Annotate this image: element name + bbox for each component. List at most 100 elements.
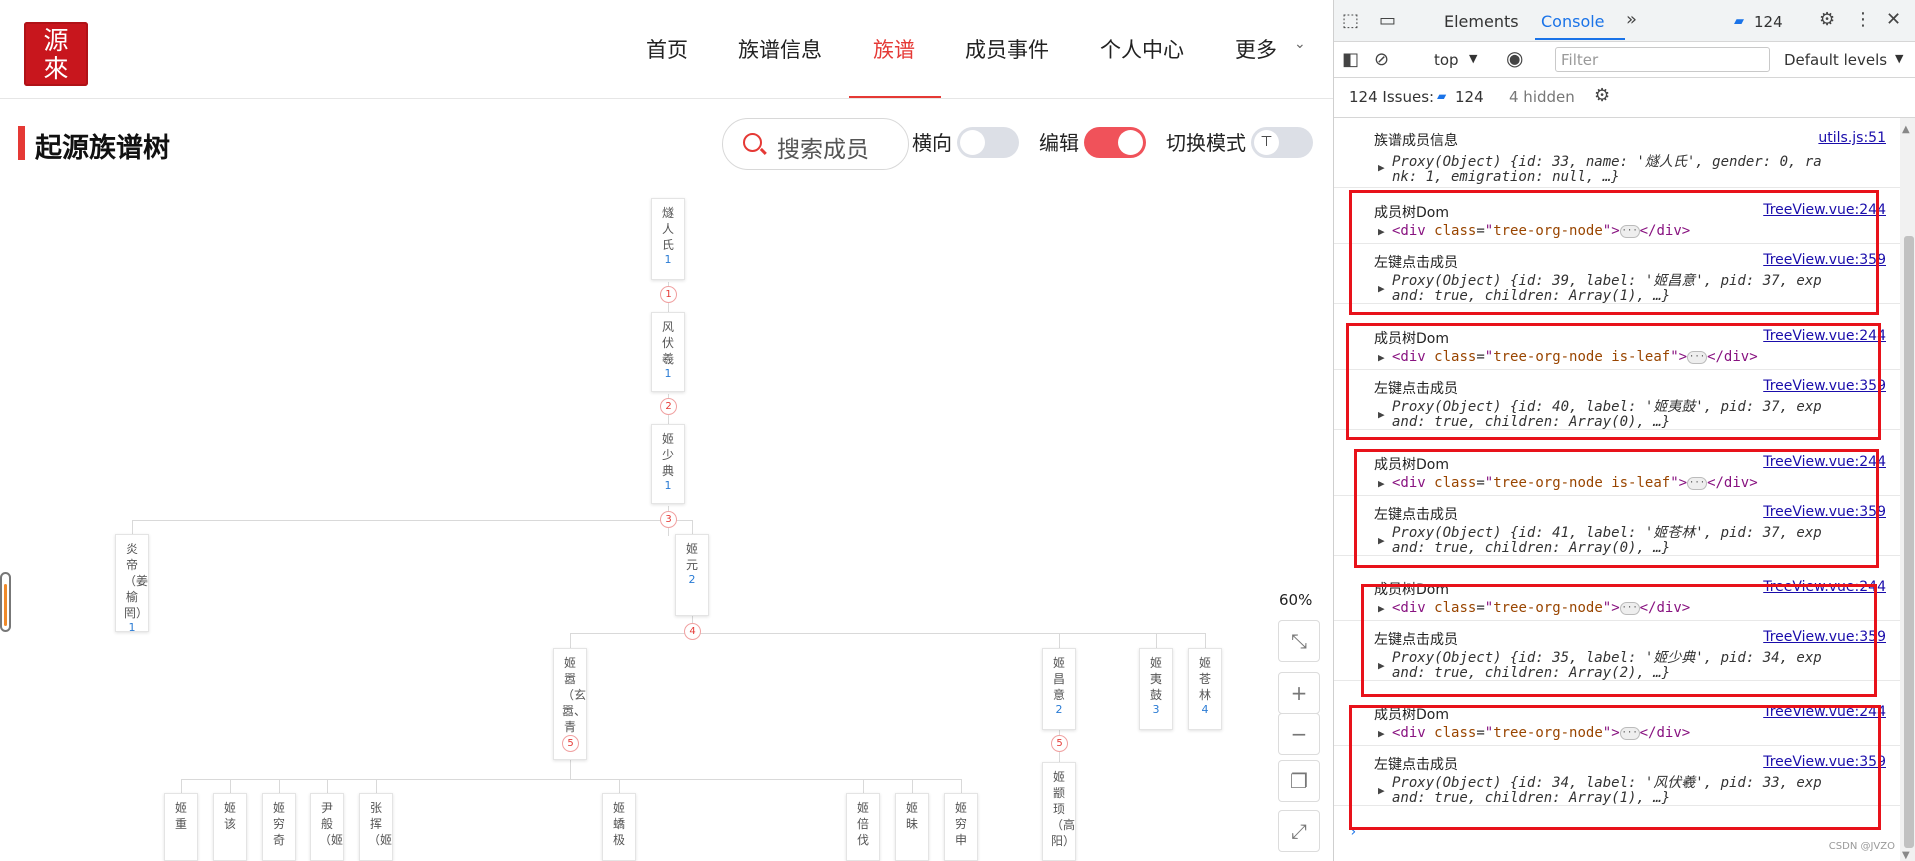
issue-count-badge[interactable]: 124 bbox=[1754, 13, 1783, 31]
more-tabs-icon[interactable]: » bbox=[1626, 10, 1637, 30]
tree-node[interactable]: 姬穷奇 bbox=[262, 793, 296, 861]
eye-icon[interactable]: ◉ bbox=[1506, 48, 1523, 68]
page-title: 起源族谱树 bbox=[35, 133, 170, 164]
node-name: 姬嚣（玄嚣、青 bbox=[562, 656, 587, 734]
tree-node[interactable]: 风伏羲 1 bbox=[651, 312, 685, 392]
scroll-handle[interactable] bbox=[0, 572, 11, 632]
tree-node[interactable]: 姬苍林 4 bbox=[1188, 648, 1222, 730]
nav-more[interactable]: 更多 bbox=[1235, 34, 1277, 64]
generation-badge[interactable]: 5 bbox=[1051, 735, 1068, 752]
generation-badge[interactable]: 3 bbox=[660, 511, 677, 528]
inspect-element-icon[interactable]: ⬚ bbox=[1342, 11, 1359, 31]
tree-node[interactable]: 尹般（姬 bbox=[310, 793, 344, 861]
tab-console[interactable]: Console bbox=[1541, 12, 1605, 31]
search-member-input[interactable]: 搜索成员 bbox=[722, 118, 909, 170]
devtools-panel: ⬚ ▭ Elements Console » ▰ 124 ⚙ ⋮ ✕ ◧ ⊘ t… bbox=[1333, 0, 1915, 861]
console-filter-input[interactable]: Filter bbox=[1555, 47, 1770, 72]
edit-toggle[interactable] bbox=[1084, 127, 1146, 158]
message-label: 族谱成员信息 bbox=[1374, 133, 1458, 149]
site-logo[interactable]: 源 來 bbox=[24, 22, 88, 86]
tree-structure-icon: ⊤ bbox=[1254, 130, 1279, 155]
horizontal-label: 横向 bbox=[912, 131, 952, 155]
scroll-down-arrow-icon[interactable]: ▼ bbox=[1902, 846, 1910, 861]
logo-char-bottom: 來 bbox=[43, 54, 69, 83]
expand-triangle-icon[interactable]: ▶ bbox=[1378, 161, 1385, 174]
node-rank: 3 bbox=[1152, 703, 1160, 716]
tree-node[interactable]: 炎帝（姜榆罔） 1 bbox=[115, 534, 149, 634]
log-levels-select[interactable]: Default levels bbox=[1784, 51, 1887, 69]
node-rank: 1 bbox=[664, 253, 672, 266]
settings-gear-icon[interactable]: ⚙ bbox=[1819, 10, 1835, 30]
toggle-knob bbox=[1118, 130, 1143, 155]
context-select[interactable]: top bbox=[1434, 51, 1459, 69]
nav-personal-center[interactable]: 个人中心 bbox=[1100, 34, 1184, 64]
switch-mode-label: 切换模式 bbox=[1166, 131, 1246, 155]
console-message[interactable]: 族谱成员信息 utils.js:51 ▶ Proxy(Object) {id: … bbox=[1334, 118, 1900, 188]
issues-label: 124 Issues: bbox=[1349, 88, 1435, 106]
message-icon: ▰ bbox=[1734, 14, 1744, 29]
node-name: 燧人氏 bbox=[661, 206, 674, 252]
issues-count[interactable]: 124 bbox=[1455, 88, 1484, 106]
clear-console-icon[interactable]: ⊘ bbox=[1374, 50, 1389, 70]
nav-genealogy-info[interactable]: 族谱信息 bbox=[738, 34, 822, 64]
tree-node[interactable]: 姬蟜极 bbox=[602, 793, 636, 861]
close-icon[interactable]: ✕ bbox=[1886, 10, 1901, 30]
filter-placeholder: Filter bbox=[1561, 51, 1599, 69]
node-name: 姬穷奇 bbox=[272, 801, 285, 847]
tree-node[interactable]: 姬元 2 bbox=[675, 534, 709, 616]
expand-arrows-icon: ⤢ bbox=[1291, 819, 1307, 843]
nav-genealogy[interactable]: 族谱 bbox=[873, 34, 915, 64]
generation-badge[interactable]: 2 bbox=[660, 398, 677, 415]
chevron-down-icon[interactable]: ⌄ bbox=[1294, 36, 1306, 52]
node-rank: 1 bbox=[128, 621, 136, 634]
kebab-menu-icon[interactable]: ⋮ bbox=[1854, 10, 1872, 30]
horizontal-toggle[interactable] bbox=[957, 127, 1019, 158]
zoom-out-button[interactable]: − bbox=[1278, 713, 1320, 755]
app-root: 源 來 首页 族谱信息 族谱 成员事件 个人中心 更多 ⌄ 起源族谱树 搜索成员… bbox=[0, 0, 1915, 861]
zoom-in-button[interactable]: + bbox=[1278, 672, 1320, 714]
source-link[interactable]: utils.js:51 bbox=[1818, 130, 1886, 146]
nav-member-events[interactable]: 成员事件 bbox=[965, 34, 1049, 64]
tree-node[interactable]: 姬颛顼（高阳） bbox=[1042, 762, 1076, 861]
tree-node[interactable]: 姬重 bbox=[164, 793, 198, 861]
issues-settings-icon[interactable]: ⚙ bbox=[1594, 86, 1610, 106]
watermark: CSDN @JVZO bbox=[1828, 841, 1895, 852]
tree-node[interactable]: 姬昧 bbox=[895, 793, 929, 861]
node-name: 姬昧 bbox=[905, 801, 918, 831]
fit-screen-button[interactable]: ⤡ bbox=[1278, 620, 1320, 662]
tree-node[interactable]: 姬昌意 2 bbox=[1042, 648, 1076, 730]
tab-elements[interactable]: Elements bbox=[1444, 12, 1519, 31]
node-rank: 1 bbox=[664, 479, 672, 492]
tree-node[interactable]: 姬穷申 bbox=[944, 793, 978, 861]
node-name: 姬颛顼（高阳） bbox=[1051, 770, 1076, 848]
device-toolbar-icon[interactable]: ▭ bbox=[1379, 11, 1396, 31]
tree-node[interactable]: 燧人氏 1 bbox=[651, 198, 685, 280]
search-icon bbox=[743, 133, 762, 152]
tree-node[interactable]: 姬该 bbox=[213, 793, 247, 861]
sidebar-toggle-icon[interactable]: ◧ bbox=[1342, 50, 1359, 70]
highlight-box bbox=[1349, 190, 1879, 315]
node-name: 姬夷鼓 bbox=[1149, 656, 1162, 702]
node-name: 风伏羲 bbox=[661, 320, 674, 366]
generation-badge[interactable]: 1 bbox=[660, 286, 677, 303]
switch-mode-toggle[interactable]: ⊤ bbox=[1251, 127, 1313, 158]
tree-node[interactable]: 姬夷鼓 3 bbox=[1139, 648, 1173, 730]
nav-home[interactable]: 首页 bbox=[646, 34, 688, 64]
object-preview-cont: nk: 1, emigration: null, …} bbox=[1392, 169, 1620, 185]
object-preview[interactable]: Proxy(Object) {id: 33, name: '燧人氏', gend… bbox=[1392, 151, 1822, 171]
generation-badge[interactable]: 4 bbox=[684, 623, 701, 640]
tree-node[interactable]: 姬少典 1 bbox=[651, 424, 685, 504]
node-name: 姬苍林 bbox=[1198, 656, 1211, 702]
scrollbar-thumb[interactable] bbox=[1904, 236, 1914, 848]
reset-button[interactable]: ❐ bbox=[1278, 760, 1320, 802]
tree-node[interactable]: 姬倍伐 bbox=[846, 793, 880, 861]
scroll-up-arrow-icon[interactable]: ▲ bbox=[1902, 120, 1910, 140]
generation-badge[interactable]: 5 bbox=[562, 735, 579, 752]
caret-down-icon: ▼ bbox=[1469, 52, 1478, 65]
tree-node[interactable]: 张挥（姬 bbox=[359, 793, 393, 861]
fullscreen-button[interactable]: ⤢ bbox=[1278, 810, 1320, 852]
plus-icon: + bbox=[1290, 681, 1308, 705]
minus-icon: − bbox=[1290, 722, 1308, 746]
caret-down-icon: ▼ bbox=[1895, 52, 1904, 65]
node-rank: 4 bbox=[1201, 703, 1209, 716]
